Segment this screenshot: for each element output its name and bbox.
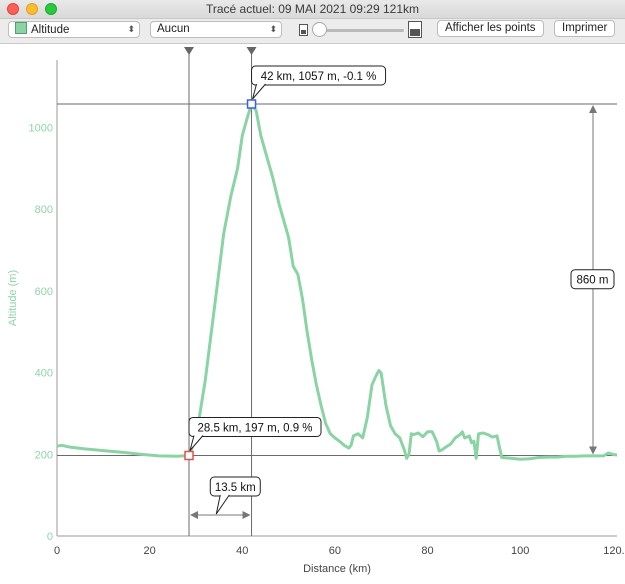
title-bar: Tracé actuel: 09 MAI 2021 09:29 121km: [0, 0, 625, 19]
chart-background: [0, 44, 625, 584]
updown-chevron-icon: ⬍: [269, 24, 277, 34]
marker-b-callout-text: 42 km, 1057 m, -0.1 %: [261, 71, 377, 83]
height-callout-text: 860 m: [577, 275, 609, 287]
y-tick-label: 800: [35, 204, 53, 216]
window-title: Tracé actuel: 09 MAI 2021 09:29 121km: [205, 2, 419, 16]
y-tick-label: 600: [35, 286, 53, 298]
marker-b-point: [246, 99, 257, 109]
x-tick-label: 40: [236, 545, 248, 557]
y-tick-label: 200: [35, 449, 53, 461]
large-photo-icon[interactable]: [408, 21, 422, 38]
print-button[interactable]: Imprimer: [554, 20, 616, 37]
marker-a-callout-text: 28.5 km, 197 m, 0.9 %: [197, 422, 312, 434]
zoom-slider-track[interactable]: [316, 29, 404, 32]
x-tick-label: 0: [54, 545, 60, 557]
secondary-series-select[interactable]: Aucun ⬍: [150, 21, 282, 38]
series-color-swatch: [15, 22, 27, 34]
series-select-value: Altitude: [31, 24, 70, 36]
x-tick-label: 60: [329, 545, 341, 557]
y-tick-label: 400: [35, 368, 53, 380]
distance-callout-text: 13.5 km: [215, 482, 256, 494]
show-points-button[interactable]: Afficher les points: [437, 20, 544, 37]
x-axis-label: Distance (km): [303, 563, 371, 575]
y-axis-label: Altitude (m): [7, 270, 19, 326]
x-tick-label: 80: [421, 545, 433, 557]
marker-a-point: [184, 450, 194, 461]
y-tick-label: 1000: [29, 122, 53, 134]
x-tick-label: 20: [144, 545, 156, 557]
secondary-select-value: Aucun: [157, 23, 190, 35]
zoom-slider-knob[interactable]: [312, 22, 327, 37]
series-select[interactable]: Altitude ⬍: [8, 21, 140, 38]
x-tick-label: 100: [511, 545, 529, 557]
chart-axes: [0, 44, 625, 584]
altitude-chart: 0 20 40 60 80 100 120.9 0 200 400 600 800 1000 42 km…: [0, 44, 625, 584]
small-photo-icon[interactable]: [299, 24, 308, 36]
app-window: Tracé actuel: 09 MAI 2021 09:29 121km Al…: [0, 0, 625, 584]
updown-chevron-icon: ⬍: [127, 24, 135, 34]
y-tick-label: 0: [47, 531, 53, 543]
x-tick-label: 120.9: [603, 545, 625, 557]
toolbar: Altitude ⬍ Aucun ⬍ Afficher les points I…: [0, 19, 625, 44]
